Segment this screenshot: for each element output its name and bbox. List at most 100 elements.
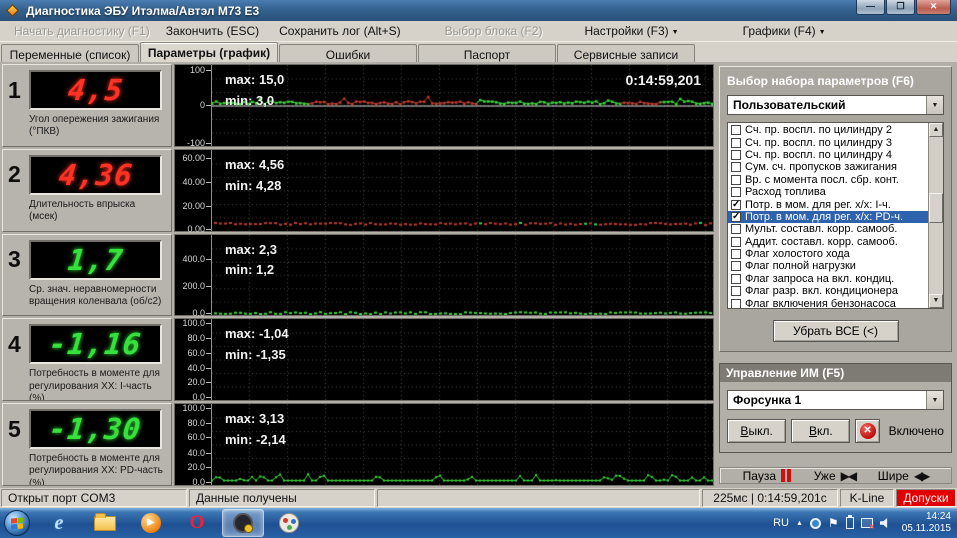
tab-variables-list[interactable]: Переменные (список): [1, 44, 139, 62]
menu-start-diagnostics: Начать диагностику (F1): [8, 22, 156, 40]
param-list-item[interactable]: Потр. в мом. для рег. х/х: I-ч.: [728, 198, 928, 210]
chevron-down-icon[interactable]: ▼: [926, 96, 943, 114]
taskbar-opera[interactable]: O: [176, 509, 218, 537]
actuator-stop-button[interactable]: ✕: [855, 419, 879, 443]
narrower-button[interactable]: Уже ▶◀: [814, 469, 855, 483]
parameter-card-top: 4-1,16: [8, 324, 166, 364]
parameter-list-rows: Сч. пр. воспл. по цилиндру 2Сч. пр. восп…: [728, 124, 928, 309]
checkbox[interactable]: [731, 138, 741, 148]
checkbox[interactable]: [731, 237, 741, 247]
param-list-item[interactable]: Флаг полной нагрузки: [728, 260, 928, 272]
minmax-label: max: 3,13min: -2,14: [225, 409, 286, 451]
chevron-down-icon[interactable]: ▼: [926, 391, 943, 409]
taskbar-internet-explorer[interactable]: e: [38, 509, 80, 537]
param-list-item[interactable]: Сч. пр. воспл. по цилиндру 4: [728, 149, 928, 161]
param-list-item[interactable]: Аддит. составл. корр. самооб.: [728, 236, 928, 248]
parameter-index: 2: [8, 161, 29, 188]
param-list-item[interactable]: Флаг разр. вкл. кондиционера: [728, 285, 928, 297]
tray-app-icon[interactable]: [810, 518, 821, 529]
checkbox[interactable]: [731, 274, 741, 284]
menu-settings[interactable]: Настройки (F3)▼: [578, 22, 684, 40]
param-list-item[interactable]: Потр. в мом. для рег. х/х: PD-ч.: [728, 211, 928, 223]
scrollbar-thumb[interactable]: [929, 193, 943, 223]
led-display: 4,36: [29, 155, 162, 195]
param-list-item[interactable]: Расход топлива: [728, 186, 928, 198]
graph-panel: 400.0200.00.0max: 2,3min: 1,2: [174, 234, 714, 317]
tab-parameters-graph[interactable]: Параметры (график): [140, 42, 278, 62]
restore-button[interactable]: ❐: [886, 0, 915, 15]
main-content: 14,5Угол опережения зажигания (°ПКВ)24,3…: [0, 62, 957, 488]
remove-all-button[interactable]: Убрать ВСЕ (<): [773, 320, 899, 342]
list-scrollbar[interactable]: ▲ ▼: [928, 123, 943, 308]
clock-date: 05.11.2015: [902, 523, 951, 536]
taskbar-explorer-folder[interactable]: [84, 509, 126, 537]
checkbox[interactable]: [731, 150, 741, 160]
preset-dropdown[interactable]: Пользовательский ▼: [727, 95, 944, 115]
max-label: max: 15,0: [225, 70, 284, 91]
param-list-item[interactable]: Сум. сч. пропусков зажигания: [728, 161, 928, 173]
param-list-item[interactable]: Флаг холостого хода: [728, 248, 928, 260]
status-tolerances-button[interactable]: Допуски: [896, 489, 956, 507]
scroll-up-icon[interactable]: ▲: [929, 123, 943, 137]
checkbox[interactable]: [731, 187, 741, 197]
checkbox[interactable]: [731, 299, 741, 309]
actuator-off-button[interactable]: Выкл.: [727, 419, 786, 443]
flag-icon[interactable]: ⚑: [828, 518, 839, 529]
taskbar-paint[interactable]: [268, 509, 310, 537]
pause-button[interactable]: Пауза: [743, 469, 791, 483]
parameter-label: Ср. знач. неравномерности вращения колен…: [29, 284, 164, 308]
param-list-item[interactable]: Флаг включения бензонасоса: [728, 297, 928, 309]
network-icon[interactable]: [861, 518, 873, 528]
minimize-button[interactable]: —: [856, 0, 885, 15]
checkbox[interactable]: [731, 162, 741, 172]
status-bar: Открыт порт COM3 Данные получены 225мс |…: [0, 488, 957, 508]
checkbox[interactable]: [731, 261, 741, 271]
checkbox[interactable]: [731, 200, 741, 210]
y-axis-tick: 60.0: [175, 348, 205, 358]
tab-service-records[interactable]: Сервисные записи: [557, 44, 695, 62]
checkbox[interactable]: [731, 286, 741, 296]
battery-icon[interactable]: [846, 517, 854, 529]
menu-block-select: Выбор блока (F2): [439, 22, 549, 40]
y-axis-tick: 60.00: [175, 153, 205, 163]
language-indicator[interactable]: RU: [773, 517, 789, 529]
taskbar-diagnostics-app[interactable]: [222, 509, 264, 537]
close-button[interactable]: ✕: [916, 0, 951, 15]
tray-clock[interactable]: 14:24 05.11.2015: [902, 511, 951, 536]
actuator-dropdown[interactable]: Форсунка 1 ▼: [727, 390, 944, 410]
menu-save-log[interactable]: Сохранить лог (Alt+S): [273, 22, 407, 40]
max-label: max: 2,3: [225, 240, 277, 261]
y-axis-tick: 20.00: [175, 201, 205, 211]
checkbox[interactable]: [731, 125, 741, 135]
tab-passport[interactable]: Паспорт: [418, 44, 556, 62]
start-button[interactable]: [4, 510, 30, 536]
actuator-status: Включено: [889, 424, 944, 438]
param-list-item-label: Мульт. составл. корр. самооб.: [745, 223, 897, 235]
title-bar: Диагностика ЭБУ Итэлма/Автэл М73 Е3 — ❐ …: [0, 0, 957, 21]
param-list-item-label: Флаг включения бензонасоса: [745, 298, 896, 309]
min-label: min: -2,14: [225, 430, 286, 451]
param-list-item[interactable]: Мульт. составл. корр. самооб.: [728, 223, 928, 235]
tray-expand-icon[interactable]: ▲: [796, 520, 803, 527]
graph-canvas: [212, 404, 713, 485]
param-list-item[interactable]: Вр. с момента посл. сбр. конт.: [728, 174, 928, 186]
param-list-item[interactable]: Флаг запроса на вкл. кондиц.: [728, 273, 928, 285]
actuator-on-button[interactable]: Вкл.: [791, 419, 850, 443]
tab-errors[interactable]: Ошибки: [279, 44, 417, 62]
menu-graphs[interactable]: Графики (F4)▼: [737, 22, 832, 40]
actuator-dropdown-value: Форсунка 1: [733, 393, 801, 407]
checkbox[interactable]: [731, 212, 741, 222]
taskbar-media-player[interactable]: ▶: [130, 509, 172, 537]
led-value: 1,7: [66, 243, 125, 277]
scroll-down-icon[interactable]: ▼: [929, 294, 943, 308]
menu-finish[interactable]: Закончить (ESC): [160, 22, 265, 40]
volume-icon[interactable]: [880, 517, 892, 529]
param-list-item[interactable]: Сч. пр. воспл. по цилиндру 2: [728, 124, 928, 136]
y-axis: 60.0040.0020.000.00: [175, 150, 211, 231]
wider-button[interactable]: Шире ◀▶: [878, 469, 929, 483]
checkbox[interactable]: [731, 249, 741, 259]
checkbox[interactable]: [731, 224, 741, 234]
checkbox[interactable]: [731, 175, 741, 185]
menu-bar: Начать диагностику (F1)Закончить (ESC) Со…: [0, 21, 957, 42]
param-list-item[interactable]: Сч. пр. воспл. по цилиндру 3: [728, 136, 928, 148]
